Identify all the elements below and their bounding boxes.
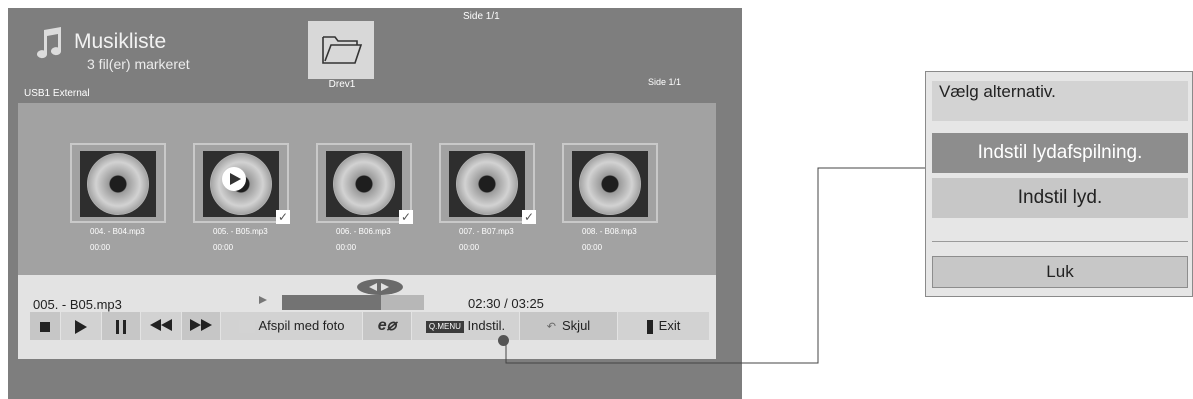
divider (932, 241, 1188, 242)
option-sound-settings[interactable]: Indstil lyd. (932, 178, 1188, 218)
close-button[interactable]: Luk (932, 256, 1188, 288)
option-playback-settings[interactable]: Indstil lydafspilning. (932, 133, 1188, 173)
options-popup: Vælg alternativ. Indstil lydafspilning. … (925, 71, 1193, 297)
popup-title: Vælg alternativ. (932, 81, 1188, 121)
callout-dot (498, 335, 509, 346)
